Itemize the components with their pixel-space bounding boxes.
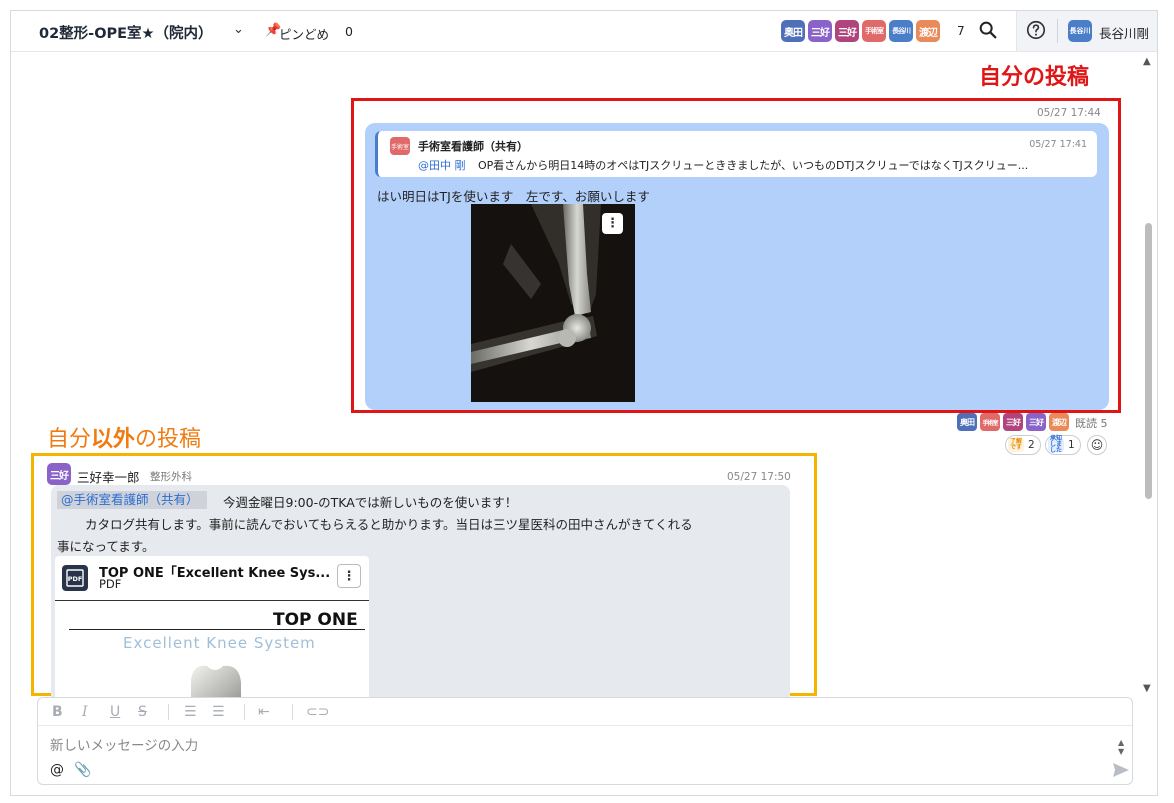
kebab-menu-icon[interactable]: ⋮ [602, 213, 623, 234]
bold-button[interactable]: B [52, 704, 63, 720]
attach-icon[interactable]: 📎 [74, 762, 91, 778]
bullet-list-icon[interactable]: ☰ [184, 704, 197, 720]
author-name[interactable]: 三好幸一郎 [77, 467, 140, 486]
scroll-up-arrow[interactable]: ▲ [1143, 56, 1151, 67]
reaction-chip[interactable]: 承知しました 1 [1045, 435, 1081, 455]
attachment-title[interactable]: TOP ONE「Excellent Knee Sys... [99, 562, 330, 581]
reaction-stamp: 了解です [1008, 438, 1024, 452]
mention[interactable]: @手術室看護師（共有） [57, 491, 207, 509]
read-avatar: 渡辺 [1049, 413, 1069, 431]
format-toolbar: B I U S ☰ ☰ ⇤ ⊂⊃ [38, 698, 1132, 726]
channel-header: 02整形-OPE室★（院内） ⌄ 📌 ピンどめ 0 奥田 三好 三好 手術室 長… [11, 11, 1157, 52]
kebab-menu-icon[interactable]: ⋮ [337, 564, 361, 588]
toolbar-divider [168, 704, 169, 720]
member-avatar: 手術室 [862, 20, 886, 42]
pdf-subtitle: Excellent Knee System [123, 634, 316, 652]
message-time: 05/27 17:50 [727, 471, 791, 483]
user-avatar[interactable]: 長谷川 [1068, 20, 1092, 42]
quote-time: 05/27 17:41 [1029, 139, 1087, 150]
annotation-text-bold: 以外 [91, 427, 136, 452]
underline-button[interactable]: U [110, 704, 120, 720]
avatar: 手術室 [390, 137, 410, 155]
indent-icon[interactable]: ⇤ [258, 704, 270, 720]
send-icon[interactable] [1112, 762, 1130, 778]
annotation-own-post: 自分の投稿 [979, 65, 1090, 90]
member-avatar: 渡辺 [916, 20, 940, 42]
header-divider [1057, 19, 1058, 43]
annotation-text: 自分 [47, 427, 92, 452]
at-icon[interactable]: @ [50, 762, 64, 778]
message-text: 今週金曜日9:00-のTKAでは新しいものを使います！ [223, 495, 518, 510]
pin-count: 0 [345, 24, 353, 39]
help-icon[interactable] [1025, 19, 1047, 41]
message-time: 05/27 17:44 [1037, 107, 1101, 119]
divider [55, 600, 369, 601]
message-text: カタログ共有します。事前に読んでおいてもらえると助かります。当日は三ツ星医科の田… [85, 517, 693, 532]
pdf-attachment[interactable]: PDF TOP ONE「Excellent Knee Sys... PDF ⋮ … [55, 556, 369, 706]
link-icon[interactable]: ⊂⊃ [306, 704, 329, 720]
member-avatar: 奥田 [781, 20, 805, 42]
scroll-down-arrow[interactable]: ▼ [1143, 683, 1151, 694]
reaction-count: 2 [1028, 439, 1035, 451]
strikethrough-button[interactable]: S [138, 704, 147, 720]
mention[interactable]: @田中 剛 [418, 157, 466, 173]
italic-button[interactable]: I [82, 704, 88, 720]
attachment-type: PDF [99, 577, 122, 591]
read-avatar: 三好 [1003, 413, 1023, 431]
pdf-icon: PDF [62, 565, 88, 591]
reaction-count: 1 [1068, 439, 1075, 451]
read-avatar: 手術室 [980, 413, 1000, 431]
chevron-down-icon[interactable]: ⌄ [233, 22, 244, 37]
numbered-list-icon[interactable]: ☰ [212, 704, 225, 720]
read-count[interactable]: 既読 5 [1075, 415, 1108, 431]
read-avatar: 奥田 [957, 413, 977, 431]
scrollbar-thumb[interactable] [1145, 223, 1152, 499]
emoji-add-icon[interactable]: ☺ [1087, 435, 1107, 455]
member-avatar: 長谷川 [889, 20, 913, 42]
reaction-stamp: 承知しました [1048, 435, 1064, 454]
message-input[interactable] [50, 736, 1090, 756]
avatar[interactable]: 三好 [47, 463, 71, 485]
svg-text:PDF: PDF [68, 575, 83, 583]
chat-window: 02整形-OPE室★（院内） ⌄ 📌 ピンどめ 0 奥田 三好 三好 手術室 長… [10, 10, 1158, 796]
toolbar-divider [244, 704, 245, 720]
read-avatar: 三好 [1026, 413, 1046, 431]
pdf-brand: TOP ONE [273, 610, 358, 630]
member-avatar: 三好 [808, 20, 832, 42]
resize-handle[interactable]: ▲ ▼ [1118, 738, 1124, 756]
message-text: はい明日はTJを使います 左です、お願いします [377, 189, 650, 204]
member-count[interactable]: 7 [957, 24, 965, 38]
toolbar-divider [292, 704, 293, 720]
message-text: 事になってます。 [57, 539, 155, 554]
pin-label[interactable]: ピンどめ [279, 24, 329, 43]
divider [69, 629, 365, 630]
annotation-text: の投稿 [135, 427, 202, 452]
user-name[interactable]: 長谷川剛 [1099, 23, 1149, 42]
message-composer: B I U S ☰ ☰ ⇤ ⊂⊃ @ 📎 ▲▼ [37, 697, 1133, 785]
member-avatar: 三好 [835, 20, 859, 42]
annotation-other-post: 自分以外の投稿 [47, 421, 201, 453]
channel-title[interactable]: 02整形-OPE室★（院内） [39, 22, 213, 43]
quote-author: 手術室看護師（共有） [418, 140, 528, 153]
reaction-chip[interactable]: 了解です 2 [1005, 435, 1041, 455]
author-department: 整形外科 [150, 471, 192, 483]
quote-text: OP看さんから明日14時のオペはTJスクリューとききましたが、いつものDTJスク… [478, 159, 1029, 172]
quoted-message[interactable]: 手術室 手術室看護師（共有） 05/27 17:41 @田中 剛 OP看さんから… [375, 131, 1097, 177]
search-icon[interactable] [977, 19, 999, 41]
